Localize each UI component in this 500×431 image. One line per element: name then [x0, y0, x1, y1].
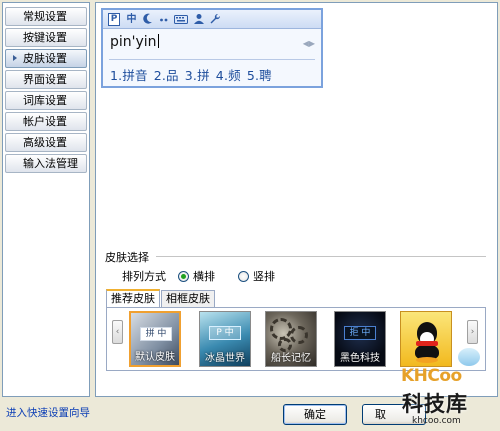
nav-item-interface[interactable]: 界面设置 [5, 70, 87, 89]
watermark-url: khcoo.com [412, 416, 461, 426]
group-divider [156, 256, 486, 257]
nav-item-label: 输入法管理 [23, 157, 78, 170]
candidate-item: 2.品 [153, 68, 179, 83]
skin-thumb-qq-penguin[interactable] [400, 311, 452, 367]
scroll-right-button[interactable]: › [467, 320, 478, 344]
scroll-left-button[interactable]: ‹ [112, 320, 123, 344]
nav-item-account[interactable]: 帐户设置 [5, 112, 87, 131]
ok-button[interactable]: 确定 [283, 404, 347, 425]
halfwidth-moon-icon [143, 13, 153, 26]
nav-item-keys[interactable]: 按键设置 [5, 28, 87, 47]
skin-gallery: ‹ 拼 中 默认皮肤 P 中 冰晶世界 船长记忆 拒 中 黑色科技 › [106, 307, 486, 371]
radio-horizontal[interactable]: 横排 [178, 268, 215, 284]
settings-nav: 常规设置 按键设置 皮肤设置 界面设置 词库设置 帐户设置 高级设置 输入法管理 [2, 2, 90, 397]
skin-settings-panel: P 中 pin'yin ◀▶ 1.拼音 2.品 3.拼 4.频 5.聘 皮肤选择… [95, 2, 498, 397]
tab-recommended-skins[interactable]: 推荐皮肤 [106, 289, 160, 308]
selected-arrow-icon [13, 55, 17, 61]
nav-item-dictionary[interactable]: 词库设置 [5, 91, 87, 110]
gear-icon [270, 318, 292, 340]
nav-item-label: 高级设置 [23, 136, 67, 149]
chinese-mode-icon: 中 [126, 14, 137, 25]
nav-item-label: 按键设置 [23, 31, 67, 44]
ime-logo-icon: P [108, 13, 120, 26]
nav-item-advanced[interactable]: 高级设置 [5, 133, 87, 152]
watermark-title: 科技库 [402, 392, 468, 416]
user-icon [193, 13, 205, 26]
watermark-brand: KHCoo [401, 366, 462, 386]
skin-thumb-black-tech[interactable]: 拒 中 黑色科技 [334, 311, 386, 367]
skin-logo: P 中 [209, 326, 241, 340]
ime-status-toolbar: P 中 [103, 10, 321, 29]
radio-unchecked-icon[interactable] [238, 270, 249, 282]
skin-logo: 拼 中 [140, 327, 172, 341]
candidate-item: 3.拼 [184, 68, 210, 83]
penguin-scarf [416, 341, 438, 346]
skin-thumb-default[interactable]: 拼 中 默认皮肤 [129, 311, 181, 367]
skin-select-heading: 皮肤选择 [105, 249, 153, 265]
radio-checked-icon[interactable] [178, 270, 189, 282]
nav-item-label: 词库设置 [23, 94, 67, 107]
candidate-item: 5.聘 [246, 68, 272, 83]
pinyin-text: pin'yin [110, 34, 157, 50]
page-arrows-icon: ◀▶ [302, 39, 315, 48]
radio-label: 横排 [193, 270, 215, 283]
skin-thumb-captain-memory[interactable]: 船长记忆 [265, 311, 317, 367]
nav-item-general[interactable]: 常规设置 [5, 7, 87, 26]
nav-item-skin[interactable]: 皮肤设置 [5, 49, 87, 68]
tab-frame-skins[interactable]: 相框皮肤 [161, 290, 215, 307]
gear-icon [290, 326, 308, 344]
wrench-icon [209, 13, 221, 26]
candidate-item: 4.频 [215, 68, 241, 83]
text-caret [157, 34, 159, 48]
keyboard-icon [174, 13, 188, 26]
ime-skin-preview: P 中 pin'yin ◀▶ 1.拼音 2.品 3.拼 4.频 5.聘 [101, 8, 323, 88]
skin-logo: 拒 中 [344, 326, 376, 340]
quick-setup-wizard-link[interactable]: 进入快速设置向导 [6, 405, 90, 420]
skin-name: 冰晶世界 [205, 353, 245, 364]
skin-name: 黑色科技 [340, 353, 380, 364]
preview-divider [109, 59, 315, 60]
arrange-mode-label: 排列方式 [122, 270, 166, 283]
nav-item-label: 皮肤设置 [23, 52, 67, 65]
skin-name: 船长记忆 [271, 353, 311, 364]
candidate-list: 1.拼音 2.品 3.拼 4.频 5.聘 [110, 65, 278, 84]
radio-label: 竖排 [253, 270, 275, 283]
punctuation-icon [159, 13, 169, 26]
skin-name: 默认皮肤 [135, 352, 175, 363]
candidate-item: 1.拼音 [110, 68, 148, 83]
pinyin-input-line: pin'yin [110, 34, 159, 50]
radio-vertical[interactable]: 竖排 [238, 268, 275, 284]
nav-item-label: 常规设置 [23, 10, 67, 23]
skin-thumb-ice-world[interactable]: P 中 冰晶世界 [199, 311, 251, 367]
penguin-feet [416, 357, 438, 363]
watermark-bubble-icon [458, 348, 480, 366]
nav-item-label: 帐户设置 [23, 115, 67, 128]
nav-item-ime-manage[interactable]: 输入法管理 [5, 154, 87, 173]
nav-item-label: 界面设置 [23, 73, 67, 86]
